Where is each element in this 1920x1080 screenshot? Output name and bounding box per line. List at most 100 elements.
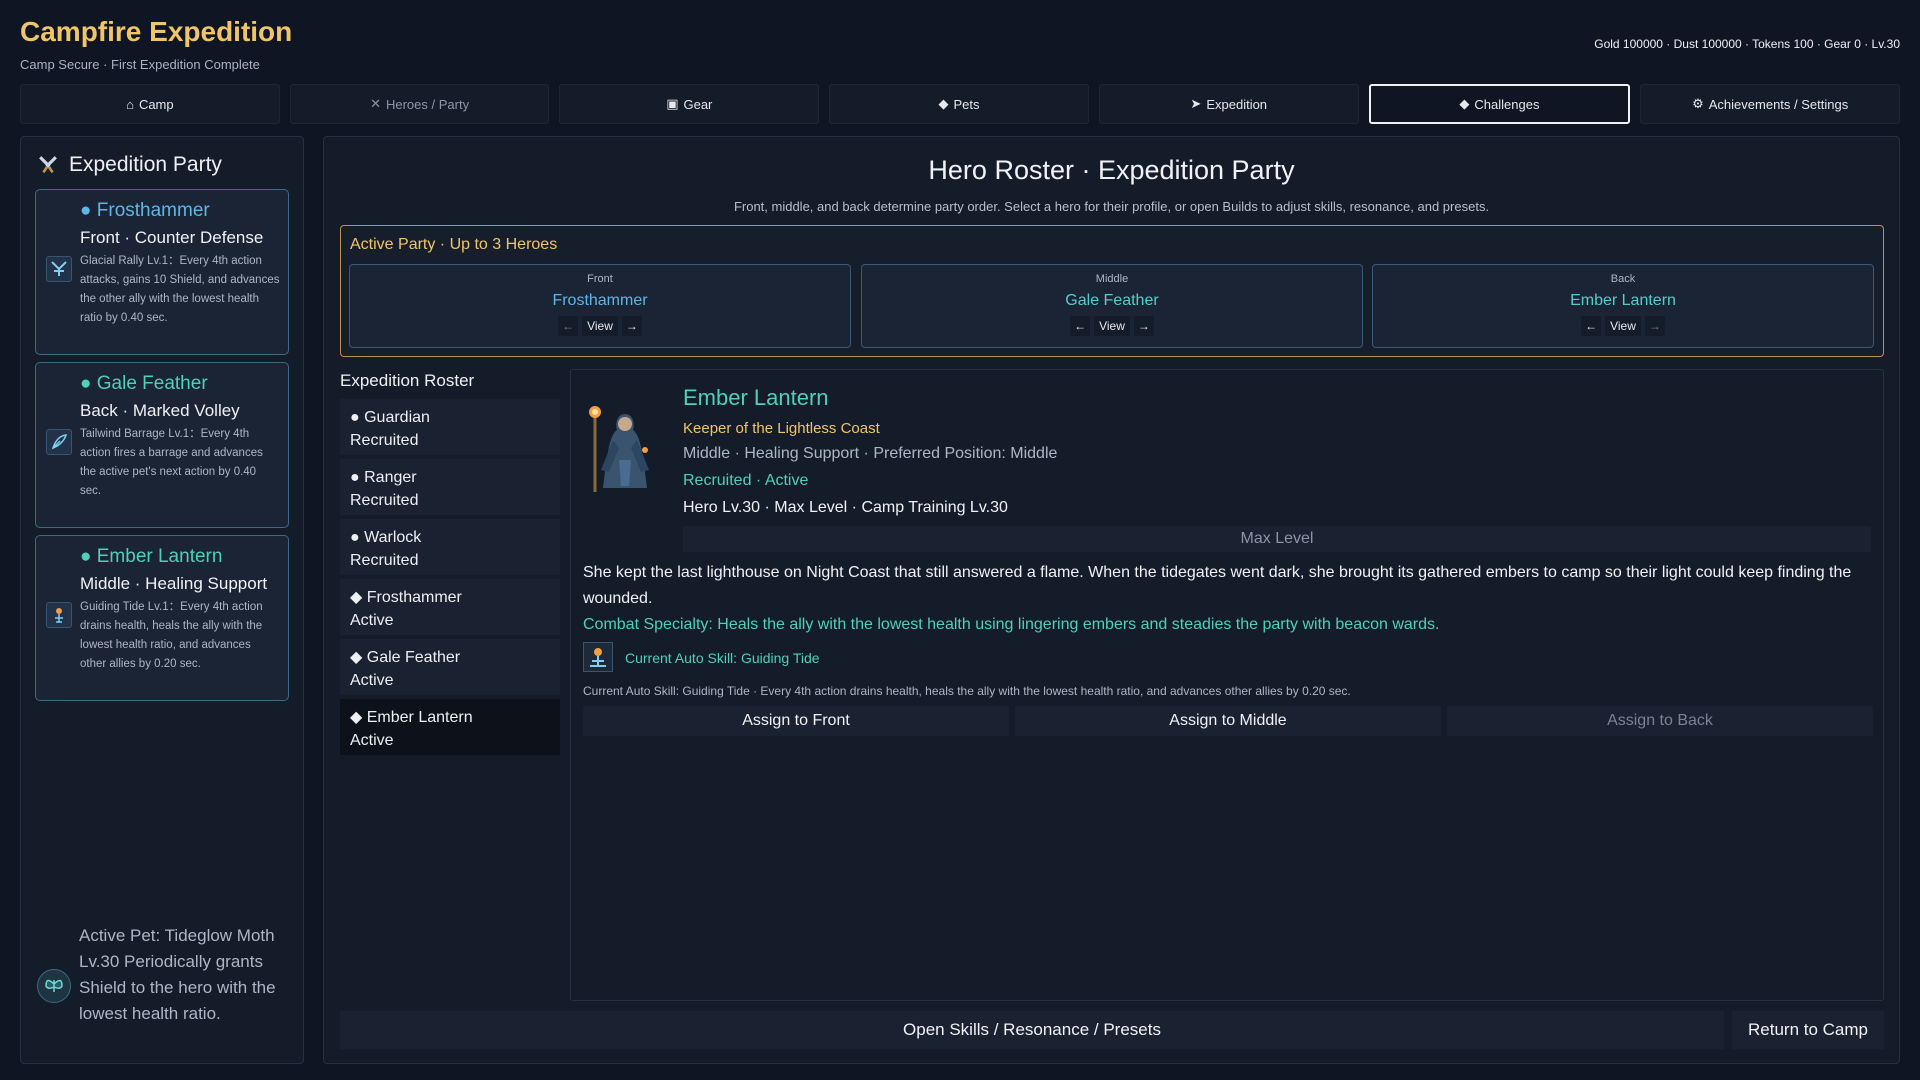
view-button[interactable]: View	[1094, 316, 1130, 336]
tab-pets[interactable]: ◆ Pets	[829, 84, 1089, 124]
return-to-camp-button[interactable]: Return to Camp	[1732, 1011, 1884, 1049]
tab-expedition[interactable]: ➤ Expedition	[1098, 84, 1359, 124]
roster-hero-name: ◆ Frosthammer	[350, 589, 462, 606]
roster-title: Expedition Roster	[340, 371, 475, 390]
open-skills-button[interactable]: Open Skills / Resonance / Presets	[340, 1011, 1724, 1049]
combat-specialty: Combat Specialty: Heals the ally with th…	[583, 616, 1440, 633]
feather-icon	[46, 429, 72, 455]
hero-level: Hero Lv.30 · Max Level · Camp Training L…	[683, 499, 1008, 516]
roster-hero-name: ◆ Gale Feather	[350, 649, 461, 666]
app-title: Campfire Expedition	[20, 16, 293, 47]
active-party-title: Active Party · Up to 3 Heroes	[350, 236, 558, 253]
party-card-ember-lantern[interactable]: ● Ember Lantern Middle · Healing Support…	[35, 535, 289, 701]
slot-controls: ← View →	[1373, 316, 1873, 336]
hero-name: ● Frosthammer	[80, 200, 210, 221]
party-slot-back[interactable]: Back Ember Lantern ← View →	[1372, 264, 1874, 348]
party-slot-front[interactable]: Front Frosthammer ← View →	[349, 264, 851, 348]
sidebar-title: Expedition Party	[69, 153, 222, 176]
app-subtitle: Camp Secure · First Expedition Complete	[20, 57, 260, 72]
roster-item-frosthammer[interactable]: ◆ Frosthammer Active	[340, 579, 560, 635]
main-nav: ⌂ Camp ✕ Heroes / Party ▣ Gear ◆ Pets ➤ …	[20, 84, 1901, 124]
hero-story: She kept the last lighthouse on Night Co…	[583, 564, 1852, 607]
roster-hero-status: Active	[350, 732, 394, 749]
max-level-button[interactable]: Max Level	[683, 526, 1871, 552]
sidebar-header: Expedition Party	[37, 153, 222, 177]
active-party-section: Active Party · Up to 3 Heroes Front Fros…	[340, 225, 1884, 357]
roster-hero-name: ● Warlock	[350, 529, 422, 546]
page-subtitle: Front, middle, and back determine party …	[733, 199, 1490, 214]
tab-challenges[interactable]: ◆ Challenges	[1368, 84, 1631, 124]
tab-label: Heroes / Party	[385, 96, 470, 112]
current-skill-label[interactable]: Current Auto Skill: Guiding Tide	[625, 650, 820, 666]
hero-skill-desc: Glacial Rally Lv.1：Every 4th action atta…	[80, 255, 280, 324]
diamond-icon: ◆	[1459, 96, 1470, 111]
roster-hero-name: ◆ Ember Lantern	[350, 709, 473, 726]
hero-detail-panel: Ember Lantern Keeper of the Lightless Co…	[570, 369, 1884, 1001]
gear-box-icon: ▣	[666, 96, 679, 111]
hero-name: ● Ember Lantern	[80, 546, 223, 567]
assign-back-button[interactable]: Assign to Back	[1447, 706, 1873, 736]
view-button[interactable]: View	[582, 316, 618, 336]
move-left-button[interactable]: ←	[1581, 316, 1602, 336]
slot-hero-name: Frosthammer	[552, 292, 648, 309]
slot-label: Middle	[1095, 273, 1129, 285]
assign-front-button[interactable]: Assign to Front	[583, 706, 1009, 736]
move-right-button[interactable]: →	[621, 316, 642, 336]
hero-role: Front · Counter Defense	[80, 228, 264, 247]
roster-item-ember-lantern[interactable]: ◆ Ember Lantern Active	[340, 699, 560, 755]
diamond-icon: ◆	[938, 96, 949, 111]
tab-label: Achievements / Settings	[1708, 96, 1849, 112]
hero-role: Middle · Healing Support · Preferred Pos…	[683, 445, 1058, 462]
roster-item-gale-feather[interactable]: ◆ Gale Feather Active	[340, 639, 560, 695]
crossed-swords-icon: ✕	[370, 96, 381, 111]
move-left-button[interactable]: ←	[1070, 316, 1091, 336]
slot-hero-name: Ember Lantern	[1570, 292, 1676, 309]
hero-name: Ember Lantern	[683, 385, 829, 410]
slot-label: Back	[1610, 273, 1636, 285]
tab-label: Gear	[683, 96, 713, 112]
tab-camp[interactable]: ⌂ Camp	[20, 84, 280, 124]
tab-gear[interactable]: ▣ Gear	[559, 84, 820, 124]
roster-hero-status: Active	[350, 672, 394, 689]
slot-label: Front	[587, 273, 613, 285]
move-right-button[interactable]: →	[1644, 316, 1665, 336]
roster-item-guardian[interactable]: ● Guardian Recruited	[340, 399, 560, 455]
roster-hero-status: Recruited	[350, 492, 419, 509]
roster-hero-name: ● Ranger	[350, 469, 417, 486]
page-title: Hero Roster · Expedition Party	[928, 155, 1295, 185]
lantern-icon	[46, 602, 72, 628]
roster-item-ranger[interactable]: ● Ranger Recruited	[340, 459, 560, 515]
home-icon: ⌂	[126, 96, 134, 112]
active-pet-info: Active Pet: Tideglow Moth Lv.30 Periodic…	[79, 926, 276, 1023]
hero-title: Keeper of the Lightless Coast	[683, 420, 880, 437]
party-sidebar: Expedition Party ● Frosthammer Front · C…	[20, 136, 304, 1064]
gear-icon: ⚙	[1692, 96, 1704, 111]
roster-hero-status: Recruited	[350, 432, 419, 449]
roster-list: ● Guardian Recruited ● Ranger Recruited …	[340, 399, 560, 759]
guiding-tide-skill-icon	[583, 642, 613, 672]
roster-item-warlock[interactable]: ● Warlock Recruited	[340, 519, 560, 575]
hero-roster-panel: Hero Roster · Expedition Party Front, mi…	[323, 136, 1900, 1064]
move-right-button[interactable]: →	[1133, 316, 1154, 336]
roster-hero-status: Recruited	[350, 552, 419, 569]
party-card-gale-feather[interactable]: ● Gale Feather Back · Marked Volley Tail…	[35, 362, 289, 528]
hero-skill-desc: Tailwind Barrage Lv.1：Every 4th action f…	[80, 428, 263, 497]
slot-controls: ← View →	[350, 316, 850, 336]
hero-role: Middle · Healing Support	[80, 574, 268, 593]
move-left-button[interactable]: ←	[558, 316, 579, 336]
roster-hero-status: Active	[350, 612, 394, 629]
bottom-actions: Open Skills / Resonance / Presets Return…	[340, 1011, 1884, 1049]
hero-skill-desc: Guiding Tide Lv.1：Every 4th action drain…	[80, 601, 263, 670]
assign-middle-button[interactable]: Assign to Middle	[1015, 706, 1441, 736]
party-slot-middle[interactable]: Middle Gale Feather ← View →	[861, 264, 1363, 348]
arrow-icon: ➤	[1190, 96, 1202, 111]
party-card-frosthammer[interactable]: ● Frosthammer Front · Counter Defense Gl…	[35, 189, 289, 355]
current-skill-desc: Current Auto Skill: Guiding Tide · Every…	[583, 684, 1351, 698]
tab-label: Camp	[138, 96, 174, 112]
slot-hero-name: Gale Feather	[1065, 292, 1159, 309]
tab-label: Expedition	[1206, 96, 1268, 112]
assign-buttons: Assign to Front Assign to Middle Assign …	[583, 706, 1873, 736]
view-button[interactable]: View	[1605, 316, 1641, 336]
tab-heroes-party[interactable]: ✕ Heroes / Party	[289, 84, 550, 124]
tab-achievements-settings[interactable]: ⚙ Achievements / Settings	[1640, 84, 1901, 124]
